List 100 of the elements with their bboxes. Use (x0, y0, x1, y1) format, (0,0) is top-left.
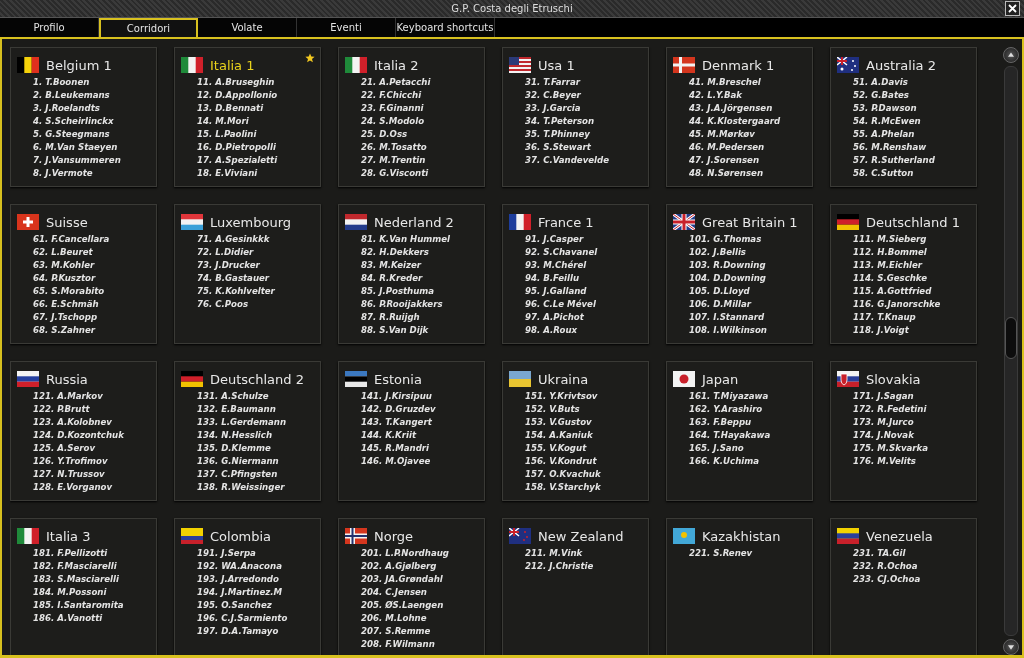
rider-name[interactable]: 134. N.Hesslich (197, 429, 320, 442)
rider-name[interactable]: 122. P.Brutt (33, 403, 156, 416)
rider-name[interactable]: 231. TA.Gil (853, 547, 976, 560)
rider-name[interactable]: 138. R.Weissinger (197, 481, 320, 494)
rider-name[interactable]: 5. G.Steegmans (33, 128, 156, 141)
scroll-thumb[interactable] (1005, 316, 1017, 359)
rider-name[interactable]: 56. M.Renshaw (853, 141, 976, 154)
rider-name[interactable]: 75. K.Kohlvelter (197, 285, 320, 298)
rider-name[interactable]: 221. S.Renev (689, 547, 812, 560)
rider-name[interactable]: 144. K.Kriit (361, 429, 484, 442)
rider-name[interactable]: 232. R.Ochoa (853, 560, 976, 573)
tab[interactable]: Keyboard shortcuts (396, 18, 495, 37)
rider-name[interactable]: 94. B.Feillu (525, 272, 648, 285)
rider-name[interactable]: 16. D.Pietropolli (197, 141, 320, 154)
rider-name[interactable]: 17. A.Spezialetti (197, 154, 320, 167)
rider-name[interactable]: 133. L.Gerdemann (197, 416, 320, 429)
rider-name[interactable]: 35. T.Phinney (525, 128, 648, 141)
rider-name[interactable]: 8. J.Vermote (33, 167, 156, 180)
rider-name[interactable]: 55. A.Phelan (853, 128, 976, 141)
rider-name[interactable]: 132. E.Baumann (197, 403, 320, 416)
rider-name[interactable]: 58. C.Sutton (853, 167, 976, 180)
rider-name[interactable]: 151. Y.Krivtsov (525, 390, 648, 403)
rider-name[interactable]: 24. S.Modolo (361, 115, 484, 128)
rider-name[interactable]: 108. I.Wilkinson (689, 324, 812, 337)
rider-name[interactable]: 66. E.Schmäh (33, 298, 156, 311)
rider-name[interactable]: 121. A.Markov (33, 390, 156, 403)
rider-name[interactable]: 125. A.Serov (33, 442, 156, 455)
rider-name[interactable]: 203. JA.Grøndahl (361, 573, 484, 586)
rider-name[interactable]: 161. T.Miyazawa (689, 390, 812, 403)
rider-name[interactable]: 57. R.Sutherland (853, 154, 976, 167)
close-button[interactable] (1005, 1, 1020, 16)
rider-name[interactable]: 233. CJ.Ochoa (853, 573, 976, 586)
rider-name[interactable]: 202. A.Gjølberg (361, 560, 484, 573)
rider-name[interactable]: 48. N.Sørensen (689, 167, 812, 180)
rider-name[interactable]: 73. J.Drucker (197, 259, 320, 272)
rider-name[interactable]: 164. T.Hayakawa (689, 429, 812, 442)
rider-name[interactable]: 131. A.Schulze (197, 390, 320, 403)
rider-name[interactable]: 72. L.Didier (197, 246, 320, 259)
rider-name[interactable]: 116. G.Janorschke (853, 298, 976, 311)
rider-name[interactable]: 141. J.Kirsipuu (361, 390, 484, 403)
rider-name[interactable]: 204. C.Jensen (361, 586, 484, 599)
rider-name[interactable]: 102. J.Bellis (689, 246, 812, 259)
rider-name[interactable]: 67. J.Tschopp (33, 311, 156, 324)
rider-name[interactable]: 18. E.Viviani (197, 167, 320, 180)
rider-name[interactable]: 13. D.Bennati (197, 102, 320, 115)
rider-name[interactable]: 11. A.Bruseghin (197, 76, 320, 89)
rider-name[interactable]: 112. H.Bommel (853, 246, 976, 259)
rider-name[interactable]: 43. J.A.Jörgensen (689, 102, 812, 115)
rider-name[interactable]: 126. Y.Trofimov (33, 455, 156, 468)
rider-name[interactable]: 86. P.Rooijakkers (361, 298, 484, 311)
rider-name[interactable]: 114. S.Geschke (853, 272, 976, 285)
rider-name[interactable]: 26. M.Tosatto (361, 141, 484, 154)
rider-name[interactable]: 6. M.Van Staeyen (33, 141, 156, 154)
rider-name[interactable]: 115. A.Gottfried (853, 285, 976, 298)
rider-name[interactable]: 212. J.Christie (525, 560, 648, 573)
rider-name[interactable]: 65. S.Morabito (33, 285, 156, 298)
rider-name[interactable]: 207. S.Remme (361, 625, 484, 638)
rider-name[interactable]: 196. C.J.Sarmiento (197, 612, 320, 625)
rider-name[interactable]: 82. H.Dekkers (361, 246, 484, 259)
rider-name[interactable]: 173. M.Jurco (853, 416, 976, 429)
rider-name[interactable]: 143. T.Kangert (361, 416, 484, 429)
rider-name[interactable]: 104. D.Downing (689, 272, 812, 285)
rider-name[interactable]: 101. G.Thomas (689, 233, 812, 246)
rider-name[interactable]: 158. V.Starchyk (525, 481, 648, 494)
rider-name[interactable]: 95. J.Galland (525, 285, 648, 298)
rider-name[interactable]: 23. F.Ginanni (361, 102, 484, 115)
rider-name[interactable]: 208. F.Wilmann (361, 638, 484, 651)
rider-name[interactable]: 42. L.Y.Bak (689, 89, 812, 102)
rider-name[interactable]: 71. A.Gesinkkk (197, 233, 320, 246)
rider-name[interactable]: 14. M.Mori (197, 115, 320, 128)
rider-name[interactable]: 127. N.Trussov (33, 468, 156, 481)
rider-name[interactable]: 123. A.Kolobnev (33, 416, 156, 429)
rider-name[interactable]: 166. K.Uchima (689, 455, 812, 468)
rider-name[interactable]: 45. M.Mørkøv (689, 128, 812, 141)
rider-name[interactable]: 97. A.Pichot (525, 311, 648, 324)
rider-name[interactable]: 36. S.Stewart (525, 141, 648, 154)
rider-name[interactable]: 136. G.Niermann (197, 455, 320, 468)
rider-name[interactable]: 28. G.Visconti (361, 167, 484, 180)
rider-name[interactable]: 62. L.Beuret (33, 246, 156, 259)
rider-name[interactable]: 137. C.Pfingsten (197, 468, 320, 481)
rider-name[interactable]: 157. O.Kvachuk (525, 468, 648, 481)
rider-name[interactable]: 195. O.Sanchez (197, 599, 320, 612)
rider-name[interactable]: 194. J.Martinez.M (197, 586, 320, 599)
rider-name[interactable]: 83. M.Keizer (361, 259, 484, 272)
rider-name[interactable]: 156. V.Kondrut (525, 455, 648, 468)
rider-name[interactable]: 181. F.Pellizotti (33, 547, 156, 560)
rider-name[interactable]: 12. D.Appollonio (197, 89, 320, 102)
rider-name[interactable]: 176. M.Velits (853, 455, 976, 468)
rider-name[interactable]: 192. WA.Anacona (197, 560, 320, 573)
rider-name[interactable]: 52. G.Bates (853, 89, 976, 102)
rider-name[interactable]: 44. K.Klostergaard (689, 115, 812, 128)
rider-name[interactable]: 54. R.McEwen (853, 115, 976, 128)
tab[interactable]: Volate (198, 18, 297, 37)
rider-name[interactable]: 4. S.Scheirlinckx (33, 115, 156, 128)
rider-name[interactable]: 146. M.Ojavee (361, 455, 484, 468)
rider-name[interactable]: 118. J.Voigt (853, 324, 976, 337)
rider-name[interactable]: 103. R.Downing (689, 259, 812, 272)
rider-name[interactable]: 172. R.Fedetini (853, 403, 976, 416)
rider-name[interactable]: 27. M.Trentin (361, 154, 484, 167)
rider-name[interactable]: 193. J.Arredondo (197, 573, 320, 586)
